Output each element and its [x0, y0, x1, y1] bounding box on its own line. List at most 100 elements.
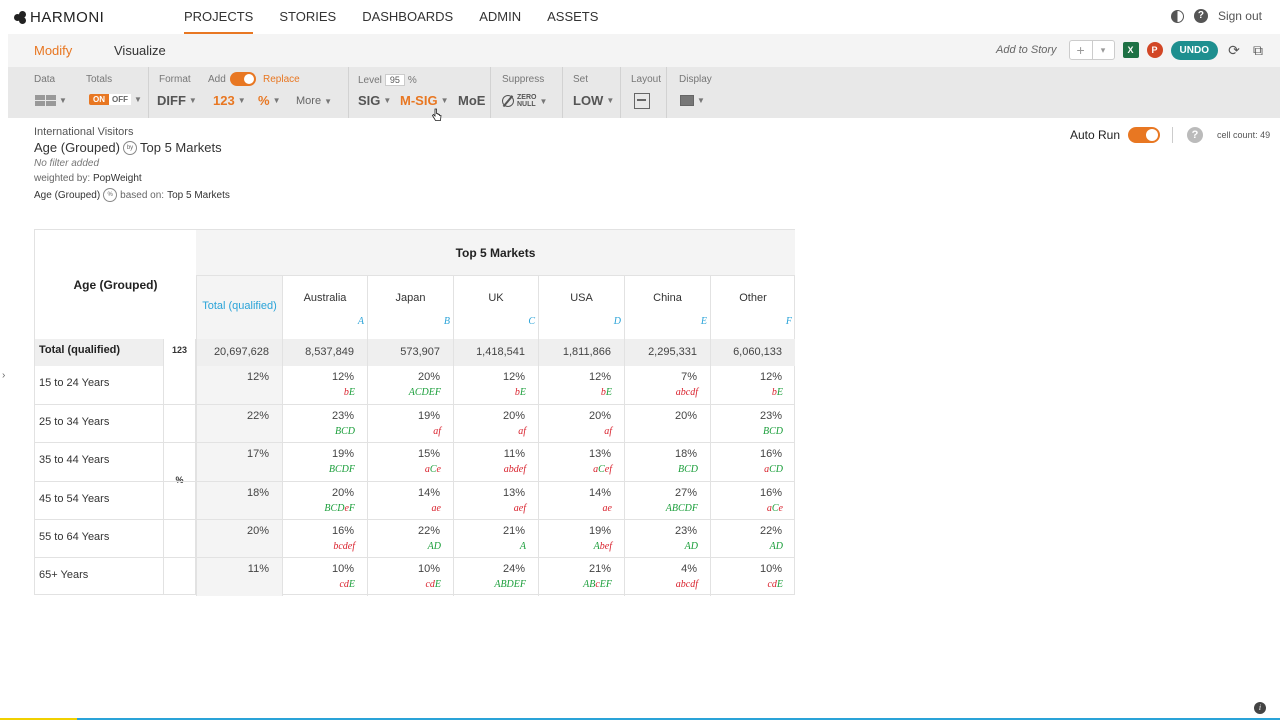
count-dropdown[interactable]: 123 ▼	[213, 93, 246, 108]
more-dropdown[interactable]: More ▼	[296, 95, 332, 107]
table-cell[interactable]: 20%	[196, 520, 282, 558]
add-replace-toggle[interactable]	[230, 72, 256, 86]
table-cell[interactable]: 18% BCD	[624, 443, 710, 481]
column-header[interactable]: Other F	[710, 276, 795, 339]
table-cell[interactable]: 11% abdef	[453, 443, 538, 481]
table-cell[interactable]: 18%	[196, 482, 282, 520]
row-variable[interactable]: Age (Grouped)	[34, 140, 120, 155]
expand-panel-icon[interactable]: ›	[2, 370, 5, 381]
totals-toggle[interactable]: ON OFF ▼	[89, 94, 142, 105]
table-cell[interactable]: 20,697,628	[196, 339, 282, 366]
suppress-dropdown[interactable]: ZERO NULL ▼	[502, 94, 547, 108]
table-cell[interactable]: 11%	[196, 558, 282, 596]
moe-button[interactable]: MoE	[458, 93, 485, 108]
column-header[interactable]: Australia A	[282, 276, 367, 339]
column-header[interactable]: China E	[624, 276, 710, 339]
sign-out-link[interactable]: Sign out	[1218, 9, 1262, 23]
table-cell[interactable]: 1,418,541	[453, 339, 538, 366]
display-dropdown[interactable]: ▼	[680, 95, 705, 106]
undo-button[interactable]: UNDO	[1170, 40, 1218, 60]
nav-admin[interactable]: ADMIN	[479, 0, 521, 34]
data-selector[interactable]: ▼	[35, 95, 67, 106]
powerpoint-export-icon[interactable]: P	[1146, 42, 1163, 58]
add-to-story-button[interactable]: +	[1070, 41, 1092, 59]
table-cell[interactable]: 6,060,133	[710, 339, 795, 366]
table-cell[interactable]: 10% cdE	[710, 558, 795, 596]
column-header[interactable]: Japan B	[367, 276, 453, 339]
nav-projects[interactable]: PROJECTS	[184, 0, 254, 34]
column-header[interactable]: Total (qualified)	[196, 276, 282, 339]
share-icon[interactable]: ⧉	[1250, 42, 1266, 58]
table-cell[interactable]: 20% ACDEF	[367, 366, 453, 404]
table-cell[interactable]: 21% ABcEF	[538, 558, 624, 596]
table-cell[interactable]: 15% aCe	[367, 443, 453, 481]
column-name: Japan	[395, 292, 426, 304]
msig-dropdown[interactable]: M-SIG ▼	[400, 93, 448, 108]
table-cell[interactable]: 17%	[196, 443, 282, 481]
table-cell[interactable]: 12% bE	[538, 366, 624, 404]
table-cell[interactable]: 10% cdE	[282, 558, 367, 596]
auto-run-toggle[interactable]	[1128, 127, 1161, 143]
table-cell[interactable]: 4% abcdf	[624, 558, 710, 596]
table-cell[interactable]: 8,537,849	[282, 339, 367, 366]
excel-export-icon[interactable]: X	[1122, 42, 1139, 58]
table-cell[interactable]: 19% Abef	[538, 520, 624, 558]
table-cell[interactable]: 24% ABDEF	[453, 558, 538, 596]
table-cell[interactable]: 22%	[196, 405, 282, 443]
level-input[interactable]: 95	[384, 74, 405, 86]
table-cell[interactable]: 12%	[196, 366, 282, 404]
table-cell[interactable]: 573,907	[367, 339, 453, 366]
table-cell[interactable]: 14% ae	[367, 482, 453, 520]
table-cell[interactable]: 22% AD	[367, 520, 453, 558]
column-letter: B	[443, 316, 450, 327]
column-header[interactable]: USA D	[538, 276, 624, 339]
table-cell[interactable]: 12% bE	[282, 366, 367, 404]
table-cell[interactable]: 21% A	[453, 520, 538, 558]
help-circle-icon[interactable]: ?	[1187, 127, 1204, 143]
table-cell[interactable]: 19% af	[367, 405, 453, 443]
tab-visualize[interactable]: Visualize	[114, 43, 166, 58]
table-cell[interactable]: 20% BCDeF	[282, 482, 367, 520]
table-cell[interactable]: 1,811,866	[538, 339, 624, 366]
info-icon[interactable]: i	[1254, 702, 1266, 714]
row-header-title: Age (Grouped)	[73, 277, 158, 292]
swap-by-icon[interactable]: by	[123, 140, 137, 155]
table-cell[interactable]: 10% cdE	[367, 558, 453, 596]
nav-assets[interactable]: ASSETS	[547, 0, 598, 34]
table-cell[interactable]: 16% aCe	[710, 482, 795, 520]
story-dropdown-icon[interactable]: ▾	[1091, 41, 1114, 59]
table-cell[interactable]: 13% aef	[453, 482, 538, 520]
nav-dashboards[interactable]: DASHBOARDS	[362, 0, 453, 34]
set-dropdown[interactable]: LOW ▼	[573, 93, 614, 108]
percent-base-icon[interactable]: %	[103, 188, 118, 202]
format-dropdown[interactable]: DIFF ▼	[157, 93, 197, 108]
table-cell[interactable]: 23% BCD	[282, 405, 367, 443]
table-cell[interactable]: 13% aCef	[538, 443, 624, 481]
table-cell[interactable]: 22% AD	[710, 520, 795, 558]
layout-button[interactable]	[634, 93, 650, 109]
table-cell[interactable]: 2,295,331	[624, 339, 710, 366]
table-cell[interactable]: 16% bcdef	[282, 520, 367, 558]
harmoni-logo[interactable]: HARMONI	[14, 9, 104, 26]
tab-modify[interactable]: Modify	[34, 43, 72, 58]
table-cell[interactable]: 12% bE	[453, 366, 538, 404]
refresh-icon[interactable]: ⟳	[1226, 42, 1242, 58]
nav-stories[interactable]: STORIES	[279, 0, 336, 34]
table-cell[interactable]: 20% af	[453, 405, 538, 443]
table-cell[interactable]: 27% ABCDF	[624, 482, 710, 520]
column-variable[interactable]: Top 5 Markets	[140, 140, 222, 155]
table-cell[interactable]: 23% AD	[624, 520, 710, 558]
help-icon[interactable]: ?	[1193, 9, 1208, 23]
table-cell[interactable]: 16% aCD	[710, 443, 795, 481]
table-cell[interactable]: 20% af	[538, 405, 624, 443]
table-cell[interactable]: 23% BCD	[710, 405, 795, 443]
table-cell[interactable]: 7% abcdf	[624, 366, 710, 404]
sig-dropdown[interactable]: SIG ▼	[358, 93, 391, 108]
contrast-icon[interactable]	[1170, 9, 1184, 23]
table-cell[interactable]: 20%	[624, 405, 710, 443]
table-cell[interactable]: 19% BCDF	[282, 443, 367, 481]
percent-dropdown[interactable]: % ▼	[258, 93, 280, 108]
column-header[interactable]: UK C	[453, 276, 538, 339]
table-cell[interactable]: 14% ae	[538, 482, 624, 520]
table-cell[interactable]: 12% bE	[710, 366, 795, 404]
